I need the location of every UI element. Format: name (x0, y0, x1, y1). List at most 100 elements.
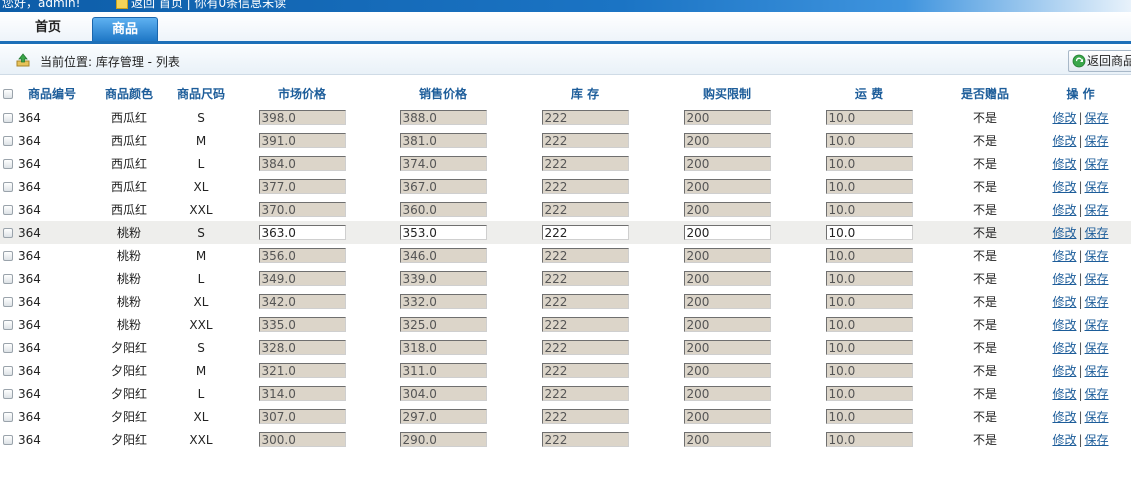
row-checkbox[interactable] (3, 366, 13, 376)
save-link[interactable]: 保存 (1085, 341, 1109, 355)
purchase-limit-input[interactable]: 200 (683, 179, 771, 194)
row-checkbox[interactable] (3, 274, 13, 284)
edit-link[interactable]: 修改 (1052, 226, 1076, 240)
edit-link[interactable]: 修改 (1052, 341, 1076, 355)
row-checkbox[interactable] (3, 159, 13, 169)
save-link[interactable]: 保存 (1085, 387, 1109, 401)
purchase-limit-input[interactable]: 200 (683, 225, 771, 240)
row-select-cell[interactable] (0, 198, 16, 221)
stock-input[interactable]: 222 (541, 317, 629, 332)
edit-link[interactable]: 修改 (1052, 410, 1076, 424)
row-select-cell[interactable] (0, 428, 16, 451)
freight-input[interactable]: 10.0 (825, 110, 913, 125)
purchase-limit-input[interactable]: 200 (683, 110, 771, 125)
purchase-limit-input[interactable]: 200 (683, 363, 771, 378)
sale-price-input[interactable]: 304.0 (399, 386, 487, 401)
sale-price-input[interactable]: 297.0 (399, 409, 487, 424)
purchase-limit-input[interactable]: 200 (683, 386, 771, 401)
save-link[interactable]: 保存 (1085, 226, 1109, 240)
sale-price-input[interactable]: 318.0 (399, 340, 487, 355)
purchase-limit-input[interactable]: 200 (683, 133, 771, 148)
stock-input[interactable]: 222 (541, 202, 629, 217)
row-select-cell[interactable] (0, 290, 16, 313)
row-select-cell[interactable] (0, 129, 16, 152)
purchase-limit-input[interactable]: 200 (683, 202, 771, 217)
tab-home[interactable]: 首页 (18, 16, 78, 41)
edit-link[interactable]: 修改 (1052, 111, 1076, 125)
edit-link[interactable]: 修改 (1052, 272, 1076, 286)
freight-input[interactable]: 10.0 (825, 179, 913, 194)
stock-input[interactable]: 222 (541, 409, 629, 424)
row-checkbox[interactable] (3, 113, 13, 123)
save-link[interactable]: 保存 (1085, 134, 1109, 148)
market-price-input[interactable]: 370.0 (258, 202, 346, 217)
save-link[interactable]: 保存 (1085, 111, 1109, 125)
row-checkbox[interactable] (3, 136, 13, 146)
stock-input[interactable]: 222 (541, 271, 629, 286)
purchase-limit-input[interactable]: 200 (683, 248, 771, 263)
stock-input[interactable]: 222 (541, 340, 629, 355)
purchase-limit-input[interactable]: 200 (683, 340, 771, 355)
row-checkbox[interactable] (3, 320, 13, 330)
stock-input[interactable]: 222 (541, 133, 629, 148)
freight-input[interactable]: 10.0 (825, 409, 913, 424)
sale-price-input[interactable]: 290.0 (399, 432, 487, 447)
tab-goods[interactable]: 商品 (92, 17, 158, 41)
save-link[interactable]: 保存 (1085, 180, 1109, 194)
sale-price-input[interactable]: 360.0 (399, 202, 487, 217)
row-select-cell[interactable] (0, 382, 16, 405)
sale-price-input[interactable]: 339.0 (399, 271, 487, 286)
purchase-limit-input[interactable]: 200 (683, 156, 771, 171)
stock-input[interactable]: 222 (541, 294, 629, 309)
freight-input[interactable]: 10.0 (825, 202, 913, 217)
save-link[interactable]: 保存 (1085, 272, 1109, 286)
row-select-cell[interactable] (0, 313, 16, 336)
row-checkbox[interactable] (3, 182, 13, 192)
save-link[interactable]: 保存 (1085, 433, 1109, 447)
select-all-checkbox[interactable] (3, 88, 13, 99)
row-checkbox[interactable] (3, 435, 13, 445)
back-to-goods-button[interactable]: 返回商品 (1068, 50, 1131, 72)
freight-input[interactable]: 10.0 (825, 225, 913, 240)
stock-input[interactable]: 222 (541, 156, 629, 171)
stock-input[interactable]: 222 (541, 432, 629, 447)
freight-input[interactable]: 10.0 (825, 156, 913, 171)
freight-input[interactable]: 10.0 (825, 363, 913, 378)
save-link[interactable]: 保存 (1085, 157, 1109, 171)
market-price-input[interactable]: 321.0 (258, 363, 346, 378)
market-price-input[interactable]: 328.0 (258, 340, 346, 355)
stock-input[interactable]: 222 (541, 110, 629, 125)
market-price-input[interactable]: 307.0 (258, 409, 346, 424)
sale-price-input[interactable]: 388.0 (399, 110, 487, 125)
edit-link[interactable]: 修改 (1052, 157, 1076, 171)
market-price-input[interactable]: 349.0 (258, 271, 346, 286)
row-select-cell[interactable] (0, 152, 16, 175)
edit-link[interactable]: 修改 (1052, 180, 1076, 194)
market-price-input[interactable]: 335.0 (258, 317, 346, 332)
market-price-input[interactable]: 398.0 (258, 110, 346, 125)
row-checkbox[interactable] (3, 228, 13, 238)
edit-link[interactable]: 修改 (1052, 134, 1076, 148)
edit-link[interactable]: 修改 (1052, 249, 1076, 263)
row-select-cell[interactable] (0, 175, 16, 198)
stock-input[interactable]: 222 (541, 386, 629, 401)
row-checkbox[interactable] (3, 343, 13, 353)
market-price-input[interactable]: 342.0 (258, 294, 346, 309)
stock-input[interactable]: 222 (541, 248, 629, 263)
market-price-input[interactable]: 300.0 (258, 432, 346, 447)
purchase-limit-input[interactable]: 200 (683, 409, 771, 424)
sale-price-input[interactable]: 367.0 (399, 179, 487, 194)
back-button-label[interactable]: 返回商品 (1087, 54, 1131, 68)
sale-price-input[interactable]: 374.0 (399, 156, 487, 171)
purchase-limit-input[interactable]: 200 (683, 294, 771, 309)
purchase-limit-input[interactable]: 200 (683, 271, 771, 286)
freight-input[interactable]: 10.0 (825, 340, 913, 355)
edit-link[interactable]: 修改 (1052, 387, 1076, 401)
row-select-cell[interactable] (0, 336, 16, 359)
row-select-cell[interactable] (0, 405, 16, 428)
row-select-cell[interactable] (0, 106, 16, 129)
freight-input[interactable]: 10.0 (825, 248, 913, 263)
save-link[interactable]: 保存 (1085, 203, 1109, 217)
sale-price-input[interactable]: 381.0 (399, 133, 487, 148)
sale-price-input[interactable]: 325.0 (399, 317, 487, 332)
